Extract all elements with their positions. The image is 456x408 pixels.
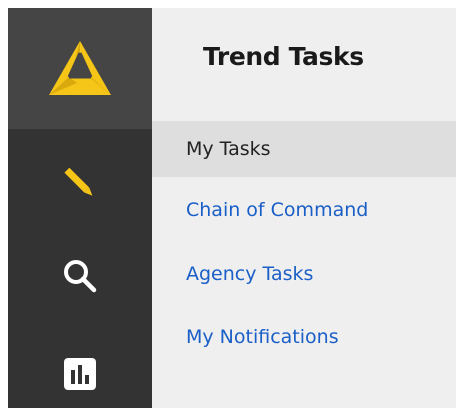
search-icon <box>64 260 97 293</box>
edit-nav-button[interactable] <box>8 154 152 214</box>
icon-rail <box>8 8 152 408</box>
bar-chart-icon <box>64 358 96 390</box>
nav-item-agency-tasks[interactable]: Agency Tasks <box>152 246 456 302</box>
search-nav-button[interactable] <box>8 246 152 306</box>
nav-item-my-notifications[interactable]: My Notifications <box>152 309 456 365</box>
pencil-icon <box>64 167 93 196</box>
nav-item-my-tasks[interactable]: My Tasks <box>152 121 456 177</box>
app-window: Trend Tasks My Tasks Chain of Command Ag… <box>0 0 456 408</box>
reports-nav-button[interactable] <box>8 344 152 404</box>
task-panel: Trend Tasks My Tasks Chain of Command Ag… <box>152 8 456 408</box>
panel-title: Trend Tasks <box>203 42 364 71</box>
triangle-logo-icon <box>49 40 111 95</box>
nav-item-chain-of-command[interactable]: Chain of Command <box>152 182 456 238</box>
logo-area[interactable] <box>8 8 152 129</box>
